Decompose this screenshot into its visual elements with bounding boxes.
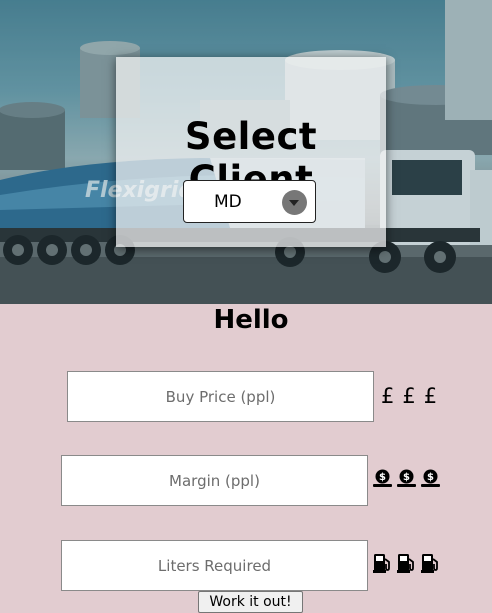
coin-icon: $ xyxy=(373,469,392,487)
buy-price-input[interactable] xyxy=(67,371,374,422)
svg-text:$: $ xyxy=(379,472,386,483)
client-select-dropdown[interactable]: MD xyxy=(183,180,316,223)
coin-icon: $ xyxy=(421,469,440,487)
fuel-pump-icon xyxy=(373,554,390,573)
pound-icon: £ xyxy=(402,384,416,408)
work-it-out-button[interactable]: Work it out! xyxy=(198,591,303,613)
pound-icon: £ xyxy=(423,384,438,408)
select-client-card: Select Client MD xyxy=(116,57,386,247)
svg-text:$: $ xyxy=(427,472,434,483)
svg-text:$: $ xyxy=(403,472,410,483)
pound-icon: £ xyxy=(381,384,395,408)
margin-icons: $ $ $ xyxy=(373,469,440,488)
buy-price-icons: £ £ £ xyxy=(381,384,437,408)
coin-icon: $ xyxy=(397,469,416,487)
fuel-pump-icon xyxy=(397,554,414,573)
liters-icons xyxy=(373,553,440,573)
liters-input[interactable] xyxy=(61,540,368,591)
client-select-value: MD xyxy=(214,192,242,212)
greeting-heading: Hello xyxy=(213,305,289,335)
margin-input[interactable] xyxy=(61,455,368,506)
fuel-pump-icon xyxy=(421,554,438,573)
chevron-down-icon xyxy=(282,190,307,215)
